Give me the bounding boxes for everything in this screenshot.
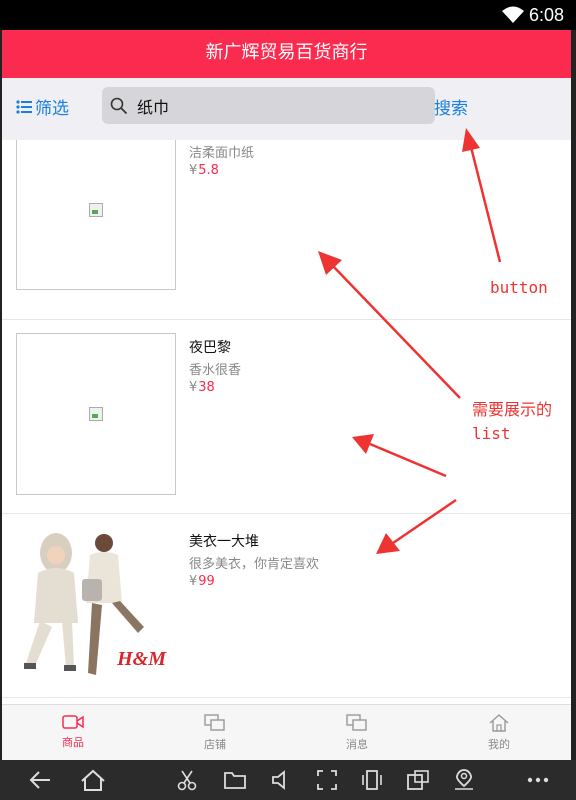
tab-label: 我的 — [488, 738, 510, 751]
screen-icon[interactable] — [406, 769, 430, 791]
search-button[interactable]: 搜索 — [434, 94, 468, 119]
status-bar: 6:08 — [0, 0, 576, 30]
tab-mine[interactable]: 我的 — [428, 705, 570, 760]
tab-shop[interactable]: 店铺 — [144, 705, 286, 760]
annotation-list-line1: 需要展示的 — [472, 400, 553, 419]
home-icon — [489, 714, 509, 732]
volume-icon[interactable] — [270, 769, 292, 791]
annotation-list-line2: list — [472, 424, 511, 443]
list-item[interactable]: 纸巾 洁柔面巾纸 ¥5.8 — [2, 140, 571, 320]
tab-label: 消息 — [346, 738, 368, 751]
filter-label: 筛选 — [35, 99, 69, 119]
product-desc: 很多美衣，你肯定喜欢 — [189, 557, 320, 572]
tab-bar: 商品 店铺 消息 我的 — [2, 704, 571, 760]
product-price: ¥99 — [189, 574, 215, 589]
list-icon — [16, 99, 32, 114]
product-desc: 香水很香 — [189, 363, 242, 378]
list-item[interactable]: H&M 美衣一大堆 很多美衣，你肯定喜欢 ¥99 — [2, 513, 571, 698]
broken-image-icon — [89, 407, 103, 421]
system-nav-bar — [0, 760, 576, 800]
product-name: 美衣一大堆 — [189, 534, 259, 550]
location-icon[interactable] — [452, 769, 476, 791]
product-name: 夜巴黎 — [189, 340, 231, 356]
chat-bubbles-icon — [204, 714, 225, 731]
back-icon[interactable] — [28, 769, 52, 791]
video-camera-icon — [62, 715, 84, 729]
app-title: 新广辉贸易百货商行 — [2, 30, 571, 78]
product-price: ¥5.8 — [189, 163, 219, 178]
home-icon[interactable] — [80, 769, 106, 791]
search-query: 纸巾 — [137, 97, 170, 117]
annotation-button: button — [490, 278, 548, 297]
app-window: 新广辉贸易百货商行 筛选 纸巾 搜索 纸巾 洁柔面巾纸 — [2, 30, 571, 760]
product-price: ¥38 — [189, 380, 215, 395]
tab-goods[interactable]: 商品 — [2, 705, 144, 760]
tab-label: 商品 — [62, 736, 84, 749]
tab-label: 店铺 — [204, 738, 226, 751]
search-bar: 筛选 纸巾 搜索 — [2, 78, 571, 140]
product-image — [16, 140, 176, 290]
product-image: H&M — [16, 523, 176, 685]
rotate-icon[interactable] — [360, 769, 384, 791]
broken-image-icon — [89, 203, 103, 217]
more-icon[interactable] — [526, 769, 550, 791]
brand-logo: H&M — [117, 648, 166, 670]
chat-bubbles-icon — [346, 714, 367, 731]
search-input[interactable]: 纸巾 — [102, 87, 435, 124]
clock: 6:08 — [528, 5, 564, 25]
product-desc: 洁柔面巾纸 — [189, 146, 255, 161]
scissors-icon[interactable] — [176, 769, 198, 791]
filter-button[interactable]: 筛选 — [16, 94, 69, 119]
fullscreen-icon[interactable] — [316, 769, 338, 791]
tab-messages[interactable]: 消息 — [286, 705, 428, 760]
folder-icon[interactable] — [223, 769, 247, 791]
wifi-icon — [502, 6, 524, 23]
search-icon — [110, 97, 128, 114]
product-image — [16, 333, 176, 495]
